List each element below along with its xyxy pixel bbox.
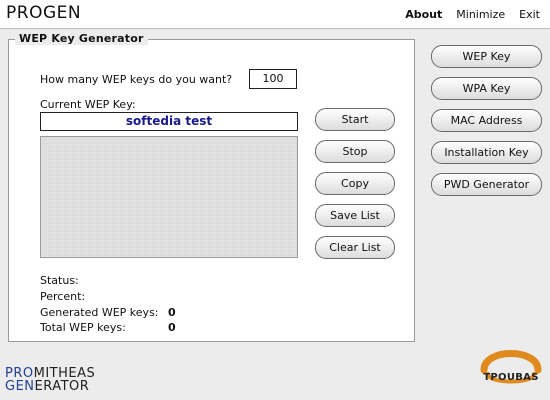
- current-key-label: Current WEP Key:: [40, 98, 136, 111]
- key-count-input[interactable]: 100: [249, 69, 297, 89]
- sidebar-item-installation-key[interactable]: Installation Key: [431, 141, 542, 164]
- total-keys-value: 0: [168, 321, 176, 334]
- exit-menu-item[interactable]: Exit: [519, 8, 540, 21]
- minimize-menu-item[interactable]: Minimize: [456, 8, 505, 21]
- sidebar-item-wep-key[interactable]: WEP Key: [431, 45, 542, 68]
- title-bar: PROGEN About Minimize Exit: [0, 0, 550, 29]
- generated-keys-value: 0: [168, 306, 176, 319]
- clear-list-button[interactable]: Clear List: [315, 236, 395, 259]
- current-key-field[interactable]: softedia test: [40, 112, 298, 131]
- percent-label: Percent:: [40, 290, 86, 303]
- stop-button[interactable]: Stop: [315, 140, 395, 163]
- sidebar-item-pwd-generator[interactable]: PWD Generator: [431, 173, 542, 196]
- panel-title: WEP Key Generator: [15, 32, 148, 45]
- brand-name: TPOUBAS: [483, 372, 539, 383]
- status-label: Status:: [40, 274, 79, 287]
- copy-button[interactable]: Copy: [315, 172, 395, 195]
- sidebar-item-wpa-key[interactable]: WPA Key: [431, 77, 542, 100]
- total-keys-label: Total WEP keys:: [40, 321, 126, 334]
- sidebar-item-mac-address[interactable]: MAC Address: [431, 109, 542, 132]
- start-button[interactable]: Start: [315, 108, 395, 131]
- app-logo: PROGEN: [6, 3, 82, 23]
- about-menu-item[interactable]: About: [405, 8, 442, 21]
- generated-keys-label: Generated WEP keys:: [40, 306, 159, 319]
- save-list-button[interactable]: Save List: [315, 204, 395, 227]
- key-count-label: How many WEP keys do you want?: [40, 73, 233, 86]
- top-menu: About Minimize Exit: [405, 8, 540, 21]
- key-list-area[interactable]: [40, 136, 298, 258]
- wep-generator-panel: WEP Key Generator How many WEP keys do y…: [8, 32, 415, 342]
- promitheas-generator-logo: PROMITHEAS GENERATOR: [5, 366, 96, 394]
